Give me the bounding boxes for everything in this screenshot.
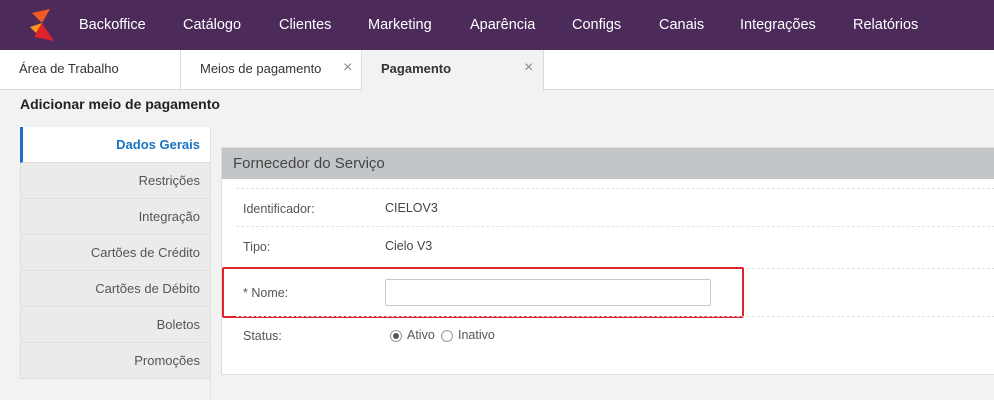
brand-logo-icon[interactable] (28, 7, 56, 43)
side-item-integracao[interactable]: Integração (20, 199, 210, 235)
tab-pagamento[interactable]: Pagamento (361, 50, 544, 91)
type-label: Tipo: (243, 240, 271, 254)
nav-item-integracoes[interactable]: Integrações (740, 0, 816, 50)
name-label: * Nome: (243, 286, 289, 300)
tab-label: Área de Trabalho (19, 61, 119, 76)
side-item-cartoes-de-debito[interactable]: Cartões de Débito (20, 271, 210, 307)
identifier-label: Identificador: (243, 202, 315, 216)
nav-item-backoffice[interactable]: Backoffice (79, 0, 146, 50)
status-inactive-label[interactable]: Inativo (458, 328, 495, 342)
tab-bar: Área de Trabalho Meios de pagamento × Pa… (0, 50, 994, 91)
side-item-cartoes-de-credito[interactable]: Cartões de Crédito (20, 235, 210, 271)
close-icon[interactable]: × (343, 50, 352, 88)
panel-title: Fornecedor do Serviço (222, 148, 994, 179)
status-active-label[interactable]: Ativo (407, 328, 435, 342)
nav-item-clientes[interactable]: Clientes (279, 0, 331, 50)
page-title: Adicionar meio de pagamento (20, 96, 220, 112)
nav-item-configs[interactable]: Configs (572, 0, 621, 50)
identifier-value: CIELOV3 (385, 201, 438, 215)
top-nav: Backoffice Catálogo Clientes Marketing A… (0, 0, 994, 50)
close-icon[interactable]: × (524, 50, 533, 88)
nav-item-catalogo[interactable]: Catálogo (183, 0, 241, 50)
status-active-radio[interactable] (390, 330, 402, 342)
service-provider-panel: Fornecedor do Serviço Identificador: CIE… (221, 147, 994, 375)
status-inactive-radio[interactable] (441, 330, 453, 342)
side-item-restricoes[interactable]: Restrições (20, 163, 210, 199)
row-divider (236, 316, 994, 317)
tab-label: Meios de pagamento (200, 61, 322, 76)
nav-item-canais[interactable]: Canais (659, 0, 704, 50)
status-label: Status: (243, 329, 282, 343)
nav-item-marketing[interactable]: Marketing (368, 0, 432, 50)
side-menu: Dados Gerais Restrições Integração Cartõ… (20, 127, 211, 400)
row-divider (236, 268, 994, 269)
nav-item-aparencia[interactable]: Aparência (470, 0, 535, 50)
tab-area-de-trabalho[interactable]: Área de Trabalho (0, 50, 180, 90)
tab-meios-de-pagamento[interactable]: Meios de pagamento (181, 50, 361, 90)
tab-label: Pagamento (381, 61, 452, 76)
side-item-promocoes[interactable]: Promoções (20, 343, 210, 379)
nav-item-relatorios[interactable]: Relatórios (853, 0, 918, 50)
row-divider (236, 188, 994, 189)
side-item-dados-gerais[interactable]: Dados Gerais (20, 127, 210, 163)
name-input[interactable] (385, 279, 711, 306)
row-divider (236, 226, 994, 227)
side-item-boletos[interactable]: Boletos (20, 307, 210, 343)
type-value: Cielo V3 (385, 239, 433, 253)
